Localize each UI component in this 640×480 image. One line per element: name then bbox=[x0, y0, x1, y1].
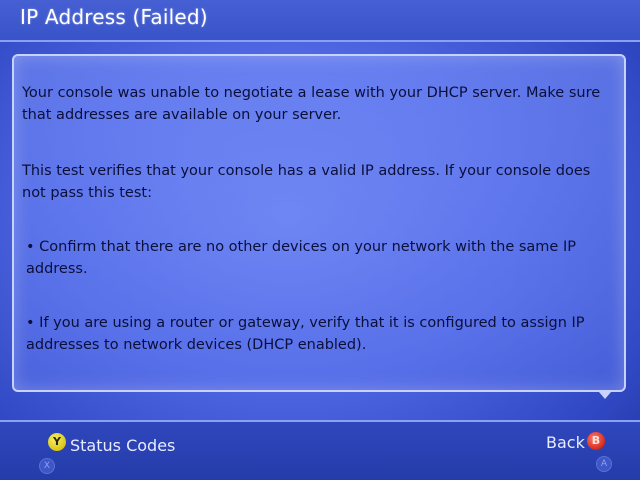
x-button-icon: X bbox=[39, 458, 55, 474]
tip-router-dhcp: • If you are using a router or gateway, … bbox=[26, 315, 585, 353]
a-button-icon: A bbox=[596, 456, 612, 472]
dashboard-screen: IP Address (Failed) Your console was una… bbox=[0, 0, 640, 480]
status-codes-button[interactable]: Status Codes bbox=[70, 436, 175, 455]
tip-same-ip: • Confirm that there are no other device… bbox=[26, 239, 576, 277]
chevron-down-icon[interactable] bbox=[599, 392, 611, 399]
test-description: This test verifies that your console has… bbox=[22, 163, 591, 201]
title-bar: IP Address (Failed) bbox=[0, 0, 640, 42]
page-title: IP Address (Failed) bbox=[20, 5, 208, 29]
message-panel: Your console was unable to negotiate a l… bbox=[12, 54, 626, 392]
b-button-icon[interactable]: B bbox=[587, 432, 605, 450]
back-button[interactable]: Back bbox=[546, 433, 585, 452]
y-button-icon[interactable]: Y bbox=[48, 433, 66, 451]
error-message: Your console was unable to negotiate a l… bbox=[22, 85, 601, 123]
